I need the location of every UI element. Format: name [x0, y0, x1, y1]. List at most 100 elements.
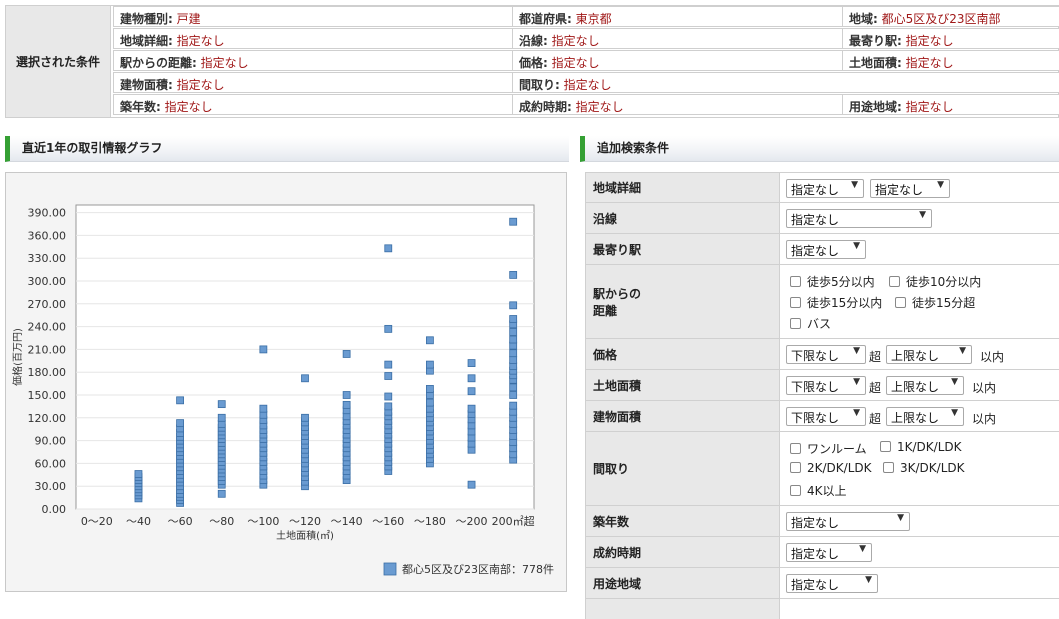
select-dropdown[interactable]: 指定なし ▼ [786, 574, 878, 593]
range-suffix: 以内 [972, 411, 997, 426]
select-dropdown[interactable]: 下限なし ▼ [786, 407, 866, 426]
condition-price: 価格: 指定なし [512, 50, 843, 71]
checkbox-option[interactable]: 3K/DK/LDK [883, 461, 965, 475]
checkbox-box[interactable] [883, 462, 894, 473]
checkbox-box[interactable] [889, 276, 900, 287]
form-control: 指定なし ▼ [782, 506, 1059, 536]
checkbox-option[interactable]: バス [790, 315, 831, 332]
search-section-title: 追加検索条件 [580, 136, 1059, 162]
checkbox-box[interactable] [790, 462, 801, 473]
condition-land-area: 土地面積: 指定なし [842, 50, 1059, 71]
form-label: 地域詳細 [585, 173, 780, 202]
checkbox-box[interactable] [895, 297, 906, 308]
checkbox-option[interactable]: ワンルーム [790, 440, 867, 457]
form-label: 建物面積 [585, 401, 780, 431]
checkbox-box[interactable] [790, 318, 801, 329]
checkbox-box[interactable] [790, 297, 801, 308]
condition-key: 都道府県: [519, 12, 572, 26]
form-control: 指定なし ▼ [782, 203, 1059, 233]
form-control: 下限なし ▼ 超上限なし ▼ 以内 [782, 339, 1059, 369]
checkbox-option[interactable]: 1K/DK/LDK [880, 440, 962, 454]
y-tick-label: 390.00 [28, 207, 67, 220]
data-point [134, 470, 143, 478]
chevron-down-icon: ▼ [865, 575, 872, 585]
form-row-partial [585, 599, 1059, 619]
condition-line: 沿線: 指定なし [512, 28, 843, 49]
checkbox-option[interactable]: 徒歩15分以内 [790, 294, 882, 311]
select-value: 指定なし [791, 547, 840, 561]
range-separator: 超 [869, 349, 882, 364]
form-row: 地域詳細 指定なし ▼ 指定なし ▼ [585, 172, 1059, 203]
data-point [301, 374, 309, 383]
data-point [467, 404, 476, 413]
select-dropdown[interactable]: 上限なし ▼ [886, 345, 972, 364]
form-row: 間取り ワンルーム 1K/DK/LDK 2K/DK/LDK 3K/DK/LDK 4K以上 [585, 432, 1059, 506]
checkbox-option[interactable]: 徒歩10分以内 [889, 273, 981, 290]
checkbox-option[interactable]: 徒歩15分超 [895, 294, 975, 311]
y-tick-label: 270.00 [28, 298, 67, 311]
condition-layout: 間取り: 指定なし [512, 72, 1059, 93]
condition-station: 最寄り駅: 指定なし [842, 28, 1059, 49]
form-control: 徒歩5分以内 徒歩10分以内 徒歩15分以内 徒歩15分超バス [782, 265, 1059, 338]
select-dropdown[interactable]: 指定なし ▼ [786, 209, 932, 228]
select-dropdown[interactable]: 指定なし ▼ [786, 512, 910, 531]
form-control: 下限なし ▼ 超上限なし ▼ 以内 [782, 401, 1059, 431]
condition-key: 建物種別: [120, 12, 173, 26]
y-tick-label: 0.00 [42, 503, 67, 516]
form-row: 駅からの 距離 徒歩5分以内 徒歩10分以内 徒歩15分以内 徒歩15分超 バス [585, 265, 1059, 339]
select-dropdown[interactable]: 指定なし ▼ [786, 240, 866, 259]
condition-area-detail: 地域詳細: 指定なし [113, 28, 513, 49]
checkbox-label: ワンルーム [807, 442, 867, 456]
select-dropdown[interactable]: 下限なし ▼ [786, 345, 866, 364]
checkbox-label: 徒歩15分以内 [807, 296, 883, 310]
checkbox-option[interactable]: 徒歩5分以内 [790, 273, 875, 290]
data-point [217, 413, 226, 422]
select-dropdown[interactable]: 指定なし ▼ [786, 543, 872, 562]
select-value: 指定なし [791, 516, 840, 530]
form-label: 間取り [585, 432, 780, 505]
checkbox-box[interactable] [790, 485, 801, 496]
data-point [509, 356, 518, 364]
form-control: 指定なし ▼ [782, 537, 1059, 567]
select-dropdown[interactable]: 上限なし ▼ [886, 407, 964, 426]
graph-section-title: 直近1年の取引情報グラフ [5, 136, 569, 162]
form-row: 土地面積 下限なし ▼ 超上限なし ▼ 以内 [585, 370, 1059, 401]
checkbox-option[interactable]: 2K/DK/LDK [790, 461, 872, 475]
range-separator: 超 [869, 411, 882, 426]
select-value: 下限なし [791, 349, 840, 363]
condition-value: 東京都 [575, 12, 612, 26]
data-point [467, 359, 476, 367]
form-label: 価格 [585, 339, 780, 369]
select-dropdown[interactable]: 指定なし ▼ [786, 179, 864, 198]
y-tick-label: 300.00 [28, 275, 67, 288]
data-point [426, 336, 434, 345]
form-row: 最寄り駅 指定なし ▼ [585, 234, 1059, 265]
form-control: 指定なし ▼ 指定なし ▼ [782, 173, 1059, 202]
conditions-row: 築年数: 指定なし 成約時期: 指定なし 用途地域: 指定なし [113, 94, 1059, 115]
x-tick-label: ～200 [456, 515, 488, 528]
form-label: 用途地域 [585, 568, 780, 598]
condition-value: 指定なし [551, 56, 600, 70]
condition-key: 地域詳細: [120, 34, 173, 48]
y-tick-label: 60.00 [35, 457, 67, 470]
chevron-down-icon: ▼ [853, 241, 860, 251]
data-point [509, 335, 518, 344]
checkbox-label: 2K/DK/LDK [807, 461, 872, 475]
range-separator: 超 [869, 380, 882, 395]
select-dropdown[interactable]: 指定なし ▼ [870, 179, 950, 198]
condition-distance: 駅からの距離: 指定なし [113, 50, 513, 71]
data-point [384, 360, 393, 369]
select-dropdown[interactable]: 下限なし ▼ [786, 376, 866, 395]
checkbox-box[interactable] [790, 276, 801, 287]
checkbox-box[interactable] [790, 443, 801, 454]
condition-value: 指定なし [551, 34, 600, 48]
y-tick-label: 330.00 [28, 252, 67, 265]
select-value: 指定なし [791, 244, 840, 258]
chevron-down-icon: ▼ [951, 408, 958, 418]
select-value: 上限なし [891, 411, 940, 425]
checkbox-box[interactable] [880, 441, 891, 452]
data-point [426, 385, 434, 393]
select-dropdown[interactable]: 上限なし ▼ [886, 376, 964, 395]
checkbox-option[interactable]: 4K以上 [790, 482, 847, 499]
data-point [467, 374, 476, 383]
